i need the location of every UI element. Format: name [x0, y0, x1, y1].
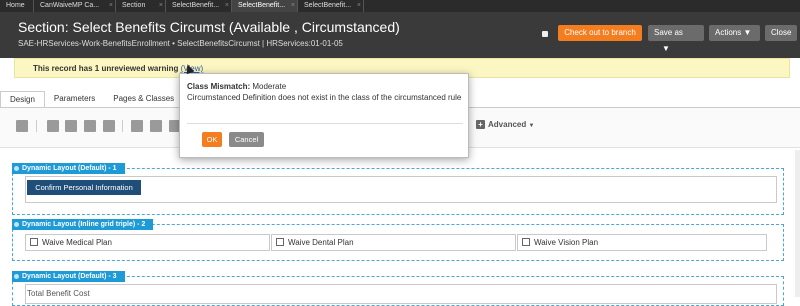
actions-label: Actions [715, 28, 742, 37]
rule-path: SAE-HRServices-Work-BenefitsEnrollment •… [18, 39, 343, 48]
paste-icon[interactable] [84, 120, 96, 132]
cut-icon[interactable] [47, 120, 59, 132]
tab-label: SelectBenefit... [304, 2, 352, 9]
tab-selectbenefit-3[interactable]: SelectBenefit... × [298, 0, 364, 12]
insert-row-icon[interactable] [131, 120, 143, 132]
add-row-icon[interactable] [150, 120, 162, 132]
chevron-down-icon: ▼ [743, 28, 752, 37]
scrollbar[interactable] [795, 150, 800, 297]
layout-label[interactable]: Dynamic Layout (Default) - 1 [12, 163, 125, 174]
tab-canwaivemp[interactable]: CanWaiveMP Ca... × [34, 0, 116, 12]
tab-label: Home [6, 2, 25, 9]
tab-section[interactable]: Section × [116, 0, 166, 12]
plus-icon: + [476, 120, 485, 129]
toolbar-divider [36, 120, 37, 132]
tab-selectbenefit-2[interactable]: SelectBenefit... × [232, 0, 298, 12]
tab-parameters[interactable]: Parameters [45, 91, 104, 107]
checkout-button[interactable]: Check out to branch [558, 25, 642, 41]
close-icon[interactable]: × [291, 0, 295, 12]
save-as-button[interactable]: Save as ▼ [648, 25, 704, 53]
tab-home[interactable]: Home [0, 0, 34, 12]
checkbox-label: Waive Vision Plan [534, 238, 599, 247]
checkbox-label: Waive Medical Plan [42, 238, 112, 247]
close-icon[interactable]: × [225, 0, 229, 12]
page-title: Section: Select Benefits Circumst (Avail… [18, 19, 400, 35]
tab-label: CanWaiveMP Ca... [40, 2, 100, 9]
actions-button[interactable]: Actions ▼ [709, 25, 760, 41]
advanced-menu[interactable]: + Advanced ▼ [476, 120, 534, 129]
lock-icon [542, 31, 548, 37]
checkbox-label: Waive Dental Plan [288, 238, 354, 247]
chevron-down-icon: ▼ [662, 44, 670, 53]
tab-pages-classes[interactable]: Pages & Classes [104, 91, 183, 107]
close-icon[interactable]: × [159, 0, 163, 12]
waive-medical-checkbox[interactable] [30, 238, 38, 246]
cancel-button[interactable]: Cancel [229, 132, 264, 147]
ok-button[interactable]: OK [202, 132, 222, 147]
dialog-title-severity: Moderate [250, 82, 287, 91]
confirm-personal-info-button[interactable]: Confirm Personal Information [27, 180, 141, 195]
dialog-divider [187, 123, 463, 124]
warning-message: This record has 1 unreviewed warning [33, 64, 179, 73]
close-button[interactable]: Close [765, 25, 798, 41]
tab-label: SelectBenefit... [172, 2, 220, 9]
waive-dental-cell: Waive Dental Plan [271, 234, 516, 251]
save-icon[interactable] [16, 120, 28, 132]
layout-cell [25, 284, 777, 304]
tab-label: SelectBenefit... [238, 2, 286, 9]
toolbar-divider [122, 120, 123, 132]
close-icon[interactable]: × [357, 0, 361, 12]
waive-medical-cell: Waive Medical Plan [25, 234, 270, 251]
chevron-down-icon: ▼ [528, 123, 535, 129]
waive-vision-checkbox[interactable] [522, 238, 530, 246]
delete-icon[interactable] [103, 120, 115, 132]
tab-label: Section [122, 2, 146, 9]
waive-vision-cell: Waive Vision Plan [517, 234, 767, 251]
tab-design[interactable]: Design [0, 91, 45, 107]
layout-label[interactable]: Dynamic Layout (Inline grid triple) - 2 [12, 219, 154, 230]
layout-label[interactable]: Dynamic Layout (Default) - 3 [12, 271, 125, 282]
rule-header: Section: Select Benefits Circumst (Avail… [0, 12, 800, 58]
dialog-message: Circumstanced Definition does not exist … [187, 93, 462, 102]
top-tab-bar: Home CanWaiveMP Ca... × Section × SelectBe… [0, 0, 800, 12]
dialog-title: Class Mismatch: Moderate [187, 82, 286, 91]
save-as-label: Save as [654, 28, 683, 37]
warning-dialog: Class Mismatch: Moderate Circumstanced D… [179, 73, 469, 158]
advanced-label: Advanced [488, 120, 527, 129]
dialog-title-bold: Class Mismatch: [187, 82, 251, 91]
tab-selectbenefit-1[interactable]: SelectBenefit... × [166, 0, 232, 12]
waive-dental-checkbox[interactable] [276, 238, 284, 246]
copy-icon[interactable] [65, 120, 77, 132]
warning-text: This record has 1 unreviewed warning (Vi… [33, 64, 203, 73]
close-icon[interactable]: × [109, 0, 113, 12]
